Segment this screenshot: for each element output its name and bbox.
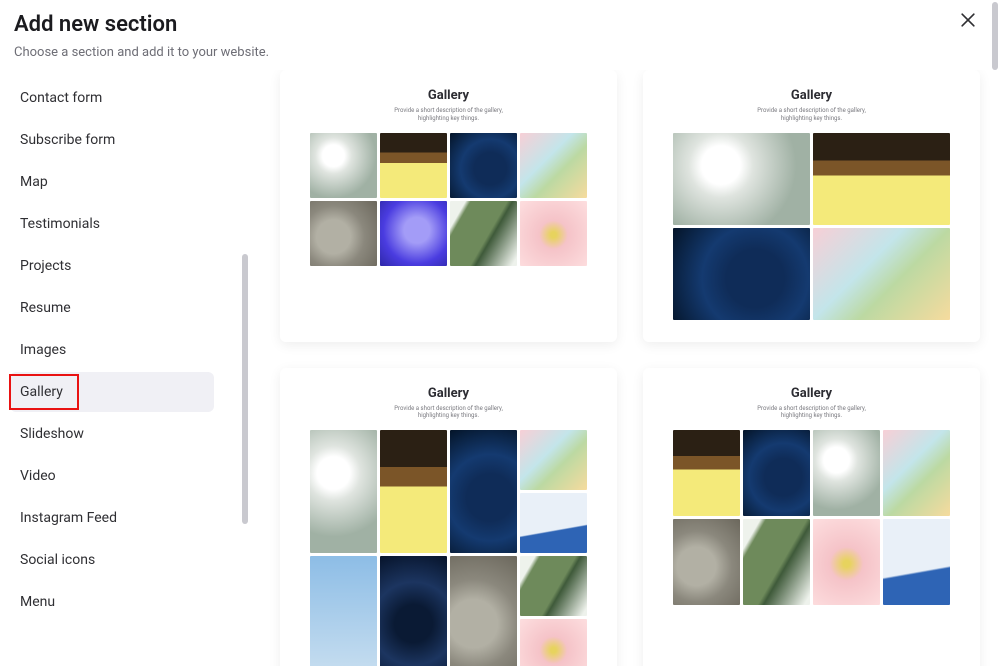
thumbnail [380, 201, 447, 266]
gallery-template-2[interactable]: Gallery Provide a short description of th… [643, 70, 980, 342]
card-title: Gallery [310, 88, 587, 103]
thumbnail [450, 430, 517, 553]
sidebar-item-label: Projects [20, 258, 71, 274]
thumbnail [520, 619, 587, 666]
thumbnail [743, 519, 810, 605]
sidebar-item-testimonials[interactable]: Testimonials [10, 204, 214, 244]
thumbnail [673, 133, 810, 225]
gallery-template-1[interactable]: Gallery Provide a short description of th… [280, 70, 617, 342]
thumbnail [380, 556, 447, 666]
dialog-title: Add new section [14, 12, 986, 37]
card-title: Gallery [673, 88, 950, 103]
card-title: Gallery [310, 386, 587, 401]
thumbnail [743, 430, 810, 516]
sidebar-item-label: Gallery [20, 384, 63, 400]
sidebar-item-menu[interactable]: Menu [10, 582, 214, 622]
thumbnail [450, 201, 517, 266]
sidebar-item-label: Testimonials [20, 216, 100, 232]
thumbnail [520, 201, 587, 266]
section-templates: Gallery Provide a short description of th… [250, 70, 1000, 666]
thumbnail [380, 430, 447, 553]
thumbnail-grid [673, 133, 950, 320]
thumbnail [450, 133, 517, 198]
sidebar-item-label: Subscribe form [20, 132, 115, 148]
sidebar-item-label: Video [20, 468, 56, 484]
thumbnail [813, 519, 880, 605]
sidebar-item-label: Social icons [20, 552, 95, 568]
sidebar-item-projects[interactable]: Projects [10, 246, 214, 286]
card-title: Gallery [673, 386, 950, 401]
thumbnail [380, 133, 447, 198]
thumbnail [883, 519, 950, 605]
sidebar-item-map[interactable]: Map [10, 162, 214, 202]
thumbnail-grid [310, 430, 587, 666]
thumbnail [883, 430, 950, 516]
gallery-template-3[interactable]: Gallery Provide a short description of th… [280, 368, 617, 666]
sidebar-item-instagram-feed[interactable]: Instagram Feed [10, 498, 214, 538]
thumbnail [310, 133, 377, 198]
sidebar-item-label: Instagram Feed [20, 510, 117, 526]
thumbnail [310, 556, 377, 666]
sidebar-item-subscribe-form[interactable]: Subscribe form [10, 120, 214, 160]
card-description: Provide a short description of the galle… [673, 405, 950, 421]
thumbnail [520, 430, 587, 490]
close-button[interactable] [956, 10, 980, 34]
thumbnail [450, 556, 517, 666]
sidebar-item-label: Resume [20, 300, 71, 316]
section-type-sidebar: Contact form Subscribe form Map Testimonial… [0, 70, 250, 666]
sidebar-item-label: Menu [20, 594, 55, 610]
sidebar-item-resume[interactable]: Resume [10, 288, 214, 328]
thumbnail [673, 430, 740, 516]
sidebar-item-label: Images [20, 342, 66, 358]
thumbnail [673, 228, 810, 320]
sidebar-item-label: Map [20, 174, 48, 190]
thumbnail [813, 430, 880, 516]
sidebar-item-gallery[interactable]: Gallery [10, 372, 214, 412]
sidebar-item-images[interactable]: Images [10, 330, 214, 370]
thumbnail-grid [673, 430, 950, 605]
sidebar-item-label: Slideshow [20, 426, 84, 442]
sidebar-item-slideshow[interactable]: Slideshow [10, 414, 214, 454]
card-description: Provide a short description of the galle… [673, 107, 950, 123]
sidebar-item-video[interactable]: Video [10, 456, 214, 496]
sidebar-item-contact-form[interactable]: Contact form [10, 78, 214, 118]
sidebar-item-social-icons[interactable]: Social icons [10, 540, 214, 580]
thumbnail [673, 519, 740, 605]
thumbnail-grid [310, 133, 587, 266]
thumbnail [813, 133, 950, 225]
thumbnail [813, 228, 950, 320]
dialog-subtitle: Choose a section and add it to your webs… [14, 45, 986, 60]
thumbnail [310, 201, 377, 266]
thumbnail [520, 556, 587, 616]
sidebar-item-label: Contact form [20, 90, 102, 106]
gallery-template-4[interactable]: Gallery Provide a short description of th… [643, 368, 980, 666]
thumbnail [310, 430, 377, 553]
card-description: Provide a short description of the galle… [310, 405, 587, 421]
sidebar-scrollbar[interactable] [242, 254, 248, 524]
close-icon [958, 10, 978, 34]
dialog-header: Add new section Choose a section and add… [0, 0, 1000, 70]
thumbnail [520, 493, 587, 553]
thumbnail [520, 133, 587, 198]
card-description: Provide a short description of the galle… [310, 107, 587, 123]
